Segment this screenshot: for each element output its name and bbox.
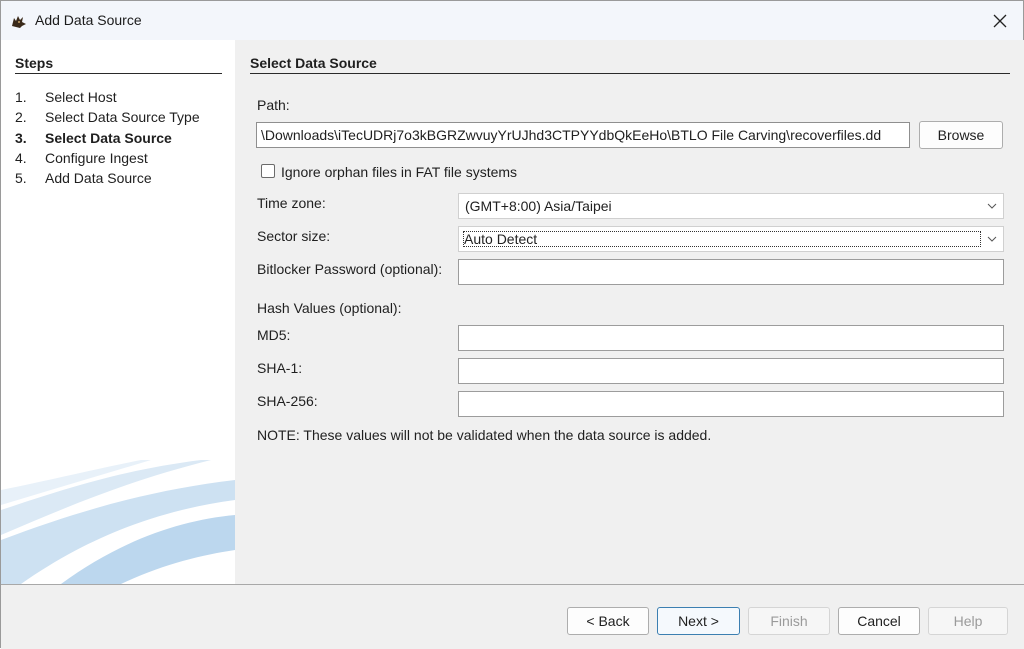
autopsy-dog-icon <box>10 12 28 30</box>
ignore-orphan-label[interactable]: Ignore orphan files in FAT file systems <box>281 164 517 180</box>
bitlocker-label: Bitlocker Password (optional): <box>257 261 443 277</box>
timezone-label: Time zone: <box>257 195 326 211</box>
hash-values-heading: Hash Values (optional): <box>257 300 402 316</box>
close-button[interactable] <box>977 1 1023 40</box>
step-label: Select Data Source Type <box>45 109 200 126</box>
sector-size-value: Auto Detect <box>463 231 981 247</box>
bitlocker-password-field[interactable] <box>458 259 1004 285</box>
step-label: Select Host <box>45 89 117 105</box>
timezone-value: (GMT+8:00) Asia/Taipei <box>465 198 612 214</box>
step-label: Add Data Source <box>45 170 152 187</box>
chevron-down-icon <box>981 227 1003 251</box>
step-item: 3. Select Data Source <box>15 130 200 150</box>
add-data-source-dialog: Add Data Source Steps 1. Select Host 2. Sel… <box>0 0 1024 649</box>
md5-field[interactable] <box>458 325 1004 351</box>
md5-label: MD5: <box>257 327 291 343</box>
step-number: 4. <box>15 149 27 166</box>
step-item: 5. Add Data Source <box>15 170 200 190</box>
step-item: 2. Select Data Source Type <box>15 109 200 129</box>
chevron-down-icon <box>981 194 1003 218</box>
finish-button[interactable]: Finish <box>748 607 830 635</box>
sector-size-label: Sector size: <box>257 228 331 244</box>
section-title: Select Data Source <box>250 55 377 71</box>
validation-note: NOTE: These values will not be validated… <box>257 427 712 443</box>
next-button[interactable]: Next > <box>657 607 740 635</box>
step-number: 5. <box>15 170 27 187</box>
timezone-select[interactable]: (GMT+8:00) Asia/Taipei <box>458 193 1004 219</box>
section-divider <box>250 73 1010 74</box>
path-value: \Downloads\iTecUDRj7o3kBGRZwvuyYrUJhd3CT… <box>261 127 882 143</box>
select-data-source-panel: Select Data Source Path: \Downloads\iTec… <box>235 40 1024 584</box>
sector-size-select[interactable]: Auto Detect <box>458 226 1004 252</box>
sha256-label: SHA-256: <box>257 393 318 409</box>
decorative-swoosh-graphic <box>1 460 235 584</box>
close-icon <box>993 14 1007 27</box>
step-number: 3. <box>15 129 27 146</box>
browse-button[interactable]: Browse <box>919 121 1003 149</box>
sha1-field[interactable] <box>458 358 1004 384</box>
step-number: 1. <box>15 89 27 105</box>
title-bar: Add Data Source <box>1 1 1023 40</box>
ignore-orphan-checkbox[interactable] <box>261 164 275 178</box>
steps-panel: Steps 1. Select Host 2. Select Data Source … <box>1 40 235 584</box>
window-title: Add Data Source <box>35 12 142 28</box>
help-button[interactable]: Help <box>928 607 1008 635</box>
step-label: Configure Ingest <box>45 149 148 166</box>
step-label: Select Data Source <box>45 129 172 146</box>
steps-divider <box>15 73 222 74</box>
step-number: 2. <box>15 109 27 126</box>
back-button[interactable]: < Back <box>567 607 649 635</box>
path-label: Path: <box>257 97 290 113</box>
step-item: 4. Configure Ingest <box>15 150 200 170</box>
step-item: 1. Select Host <box>15 89 200 109</box>
path-input[interactable]: \Downloads\iTecUDRj7o3kBGRZwvuyYrUJhd3CT… <box>256 122 910 148</box>
cancel-button[interactable]: Cancel <box>838 607 920 635</box>
steps-heading: Steps <box>15 55 54 71</box>
footer-bar: < Back Next > Finish Cancel Help <box>1 585 1024 649</box>
steps-list: 1. Select Host 2. Select Data Source Type 3.… <box>15 89 200 190</box>
sha256-field[interactable] <box>458 391 1004 417</box>
sha1-label: SHA-1: <box>257 360 303 376</box>
